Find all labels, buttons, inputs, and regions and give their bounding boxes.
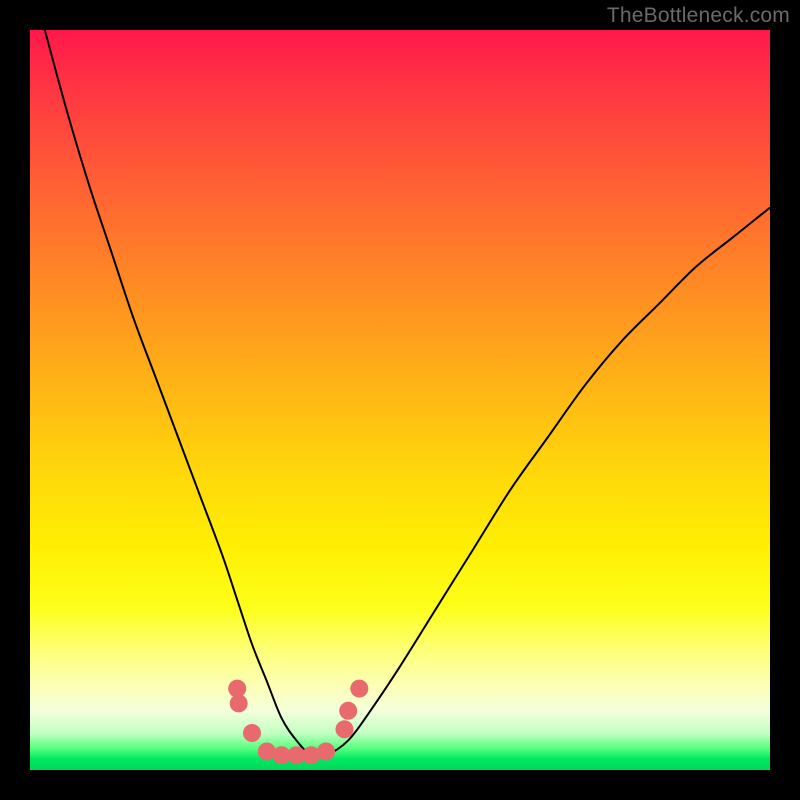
- marker-dot: [243, 724, 261, 742]
- marker-group: [228, 680, 368, 765]
- chart-frame: TheBottleneck.com: [0, 0, 800, 800]
- watermark-text: TheBottleneck.com: [607, 4, 790, 28]
- curve-svg: [30, 30, 770, 770]
- bottleneck-curve: [45, 30, 770, 757]
- plot-area: [30, 30, 770, 770]
- marker-dot: [317, 743, 335, 761]
- marker-dot: [336, 720, 354, 738]
- marker-dot: [230, 694, 248, 712]
- marker-dot: [339, 702, 357, 720]
- marker-dot: [350, 680, 368, 698]
- curve-path: [45, 30, 770, 757]
